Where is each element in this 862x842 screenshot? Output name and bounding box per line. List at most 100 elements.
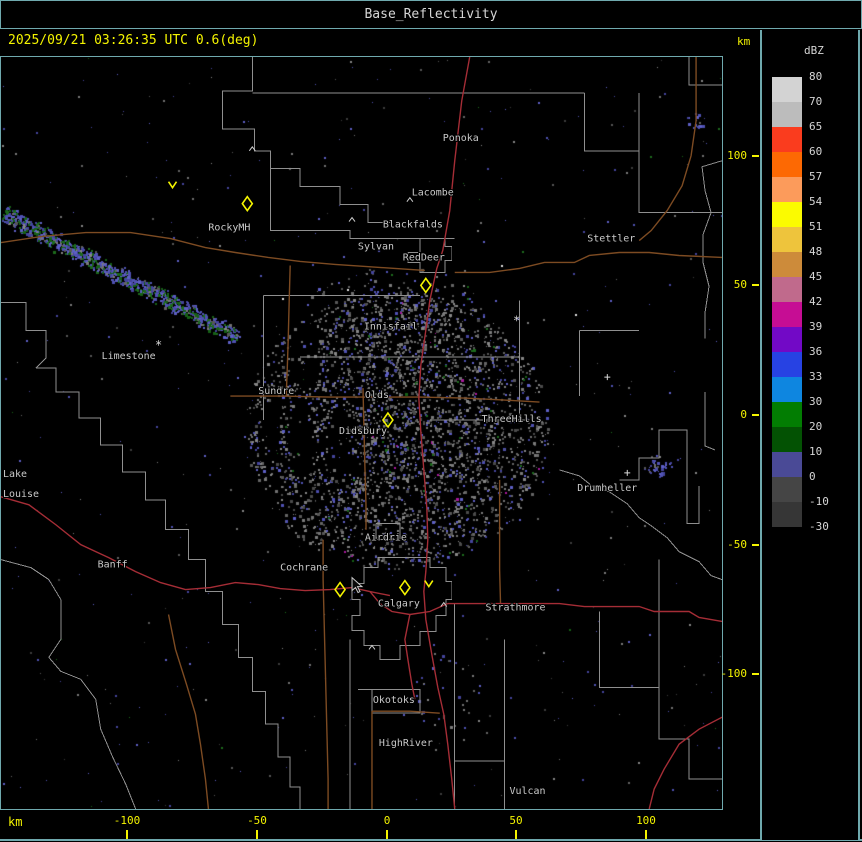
map-label-blackfalds: Blackfalds (383, 220, 443, 231)
legend-swatch (772, 427, 802, 452)
map-label-banff: Banff (98, 560, 128, 571)
legend-swatch (772, 252, 802, 277)
county-boundary-line (598, 611, 722, 780)
radar-map-viewport[interactable]: * * Ponoka Lacombe Blackfalds Sylvan RedDeer St… (0, 56, 723, 810)
station-diamond-icon (381, 411, 394, 429)
legend-tick-label: 54 (809, 195, 823, 208)
legend-swatch (772, 452, 802, 477)
map-label-ponoka: Ponoka (443, 133, 479, 144)
secondary-highway-line (454, 251, 722, 274)
legend-tick-label: 48 (809, 245, 823, 258)
right-axis-label: 50 (733, 278, 747, 291)
legend-swatch (772, 127, 802, 152)
secondary-highway-line (322, 539, 329, 809)
bottom-distance-axis: km -100 -50 0 50 100 (0, 811, 862, 842)
legend-swatch (772, 302, 802, 327)
bottom-axis-label: -50 (247, 814, 267, 827)
dbz-legend-panel: dBZ 80 70 65 60 57 54 51 48 45 42 39 36 33 30 20 10 0 -10… (760, 30, 860, 840)
map-label-cochrane: Cochrane (280, 563, 328, 574)
right-axis-tick (752, 155, 759, 157)
map-label-drumheller: Drumheller (577, 483, 637, 494)
legend-tick-label: 42 (809, 295, 823, 308)
town-caret-icon (348, 216, 356, 222)
legend-tick-label: 51 (809, 220, 823, 233)
right-axis-unit-label: km (737, 35, 751, 48)
mouse-cursor-icon (351, 576, 364, 594)
bottom-axis-tick (515, 830, 517, 839)
town-plus-icon (604, 374, 611, 381)
map-label-highriver: HighRiver (379, 738, 433, 749)
right-axis-label: -100 (720, 667, 748, 680)
secondary-highway-line (285, 265, 291, 397)
legend-tick-label: 10 (809, 445, 823, 458)
legend-swatch (772, 202, 802, 227)
station-diamond-icon (241, 195, 254, 212)
map-label-olds: Olds (365, 390, 389, 401)
map-label-vulcan: Vulcan (510, 786, 546, 797)
map-label-louise: Louise (3, 489, 39, 500)
chevron-marker-icon (167, 181, 178, 190)
legend-tick-label: 30 (809, 395, 823, 408)
map-label-innisfail: Innisfail (364, 321, 418, 332)
bottom-axis-label: 0 (383, 814, 391, 827)
scan-datetime-elevation: 2025/09/21 03:26:35 UTC 0.6(deg) (8, 33, 259, 48)
legend-tick-label: 36 (809, 345, 823, 358)
station-diamond-icon (419, 277, 432, 294)
map-label-didsbury: Didsbury (339, 426, 387, 437)
right-axis-label: -50 (727, 538, 747, 551)
radar-app-window: Base_Reflectivity 2025/09/21 03:26:35 UT… (0, 0, 862, 842)
legend-tick-label: 57 (809, 170, 823, 183)
legend-title: dBZ (804, 44, 824, 57)
primary-highway-line (418, 57, 471, 809)
primary-highway-line (648, 716, 722, 809)
map-label-sundre: Sundre (258, 386, 294, 397)
county-boundary-line (619, 429, 700, 525)
window-title: Base_Reflectivity (364, 7, 498, 22)
map-label-strathmore: Strathmore (486, 603, 546, 614)
legend-tick-label: 45 (809, 270, 823, 283)
legend-swatch (772, 152, 802, 177)
right-axis-label: 100 (727, 149, 747, 162)
legend-tick-label: 0 (809, 470, 816, 483)
right-axis-label: 0 (740, 408, 747, 421)
legend-tick-label: 20 (809, 420, 823, 433)
title-bar: Base_Reflectivity (0, 0, 862, 29)
legend-swatch (772, 377, 802, 402)
legend-swatch (772, 227, 802, 252)
bottom-axis-label: 50 (509, 814, 523, 827)
county-boundary-line (583, 92, 640, 152)
legend-swatch (772, 77, 802, 102)
bottom-axis-tick (386, 830, 388, 839)
chevron-marker-icon (424, 580, 434, 589)
legend-tick-label: 80 (809, 70, 823, 83)
bottom-axis-label: -100 (113, 814, 141, 827)
right-axis-tick (752, 414, 759, 416)
bottom-axis-tick (126, 830, 128, 839)
legend-swatch (772, 402, 802, 427)
legend-tick-label: 33 (809, 370, 823, 383)
station-diamond-icon (398, 579, 411, 596)
primary-highway-line (1, 496, 391, 597)
county-boundary-line (1, 559, 137, 809)
county-boundary-line (1, 301, 47, 369)
legend-tick-label: 65 (809, 120, 823, 133)
map-label-airdrie: Airdrie (365, 533, 407, 544)
map-label-limestone: Limestone (102, 351, 156, 362)
secondary-highway-line (498, 479, 502, 607)
legend-tick-label: -10 (809, 495, 829, 508)
legend-swatch (772, 102, 802, 127)
primary-highway-line (404, 614, 416, 700)
bottom-frame-line (0, 839, 862, 841)
right-axis-tick (752, 284, 759, 286)
legend-swatch (772, 327, 802, 352)
right-distance-axis: 100 50 0 -50 -100 (721, 56, 760, 810)
county-boundary-line (704, 392, 716, 451)
bottom-axis-label: 100 (636, 814, 656, 827)
legend-swatch (772, 352, 802, 377)
map-label-reddeer: RedDeer (403, 252, 445, 263)
map-label-lake: Lake (3, 469, 27, 480)
map-label-rockymh: RockyMH (208, 223, 250, 234)
map-label-calgary: Calgary (378, 599, 420, 610)
legend-swatch (772, 177, 802, 202)
legend-tick-label: 60 (809, 145, 823, 158)
